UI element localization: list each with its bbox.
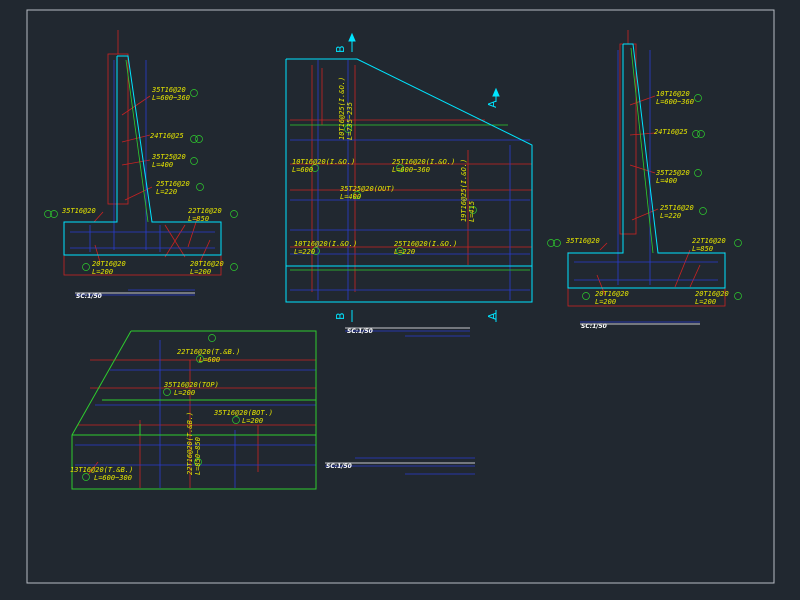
elevation-drawing: [285, 32, 533, 337]
rebar-label: 35T16@20 L=600~360: [152, 86, 190, 102]
rebar-label: 35T16@20: [62, 207, 96, 215]
rebar-label: 35T25@20(OUT) L=400: [340, 185, 395, 201]
rebar-label: 20T16@20 L=200: [595, 290, 629, 306]
rebar-label: 20T16@20 L=200: [695, 290, 729, 306]
rebar-label: 25T16@20(I.&O.) L=220: [394, 240, 458, 256]
rebar-label: 35T16@20(BOT.) L=200: [214, 409, 274, 425]
rebar-label: 20T16@20 L=200: [92, 260, 126, 276]
rebar-label: 10T16@20(I.&O.) L=600: [292, 158, 356, 174]
scale-label: SC:1/50: [326, 463, 352, 470]
scale-label: SC:1/50: [581, 323, 607, 330]
rebar-label: 24T16@25: [150, 132, 184, 140]
section-left-drawing: [44, 30, 238, 296]
section-marker-a-bottom: A: [486, 312, 499, 320]
rebar-label: 35T16@20(TOP) L=200: [164, 381, 219, 397]
rebar-label: 20T16@20 L=200: [190, 260, 224, 276]
rebar-label: 35T25@20 L=400: [152, 153, 186, 169]
section-right-drawing: [547, 30, 742, 325]
section-marker-b-bottom: B: [334, 312, 347, 320]
rebar-label: 25T16@20 L=220: [660, 204, 694, 220]
rebar-label: 10T16@20 L=600~360: [656, 90, 694, 106]
section-marker-b-top: B: [334, 45, 347, 53]
rebar-label: 22T16@20 L=850: [692, 237, 726, 253]
rebar-label: 25T16@20 L=220: [156, 180, 190, 196]
rebar-label: 35T16@20: [566, 237, 600, 245]
section-marker-a-top: A: [486, 100, 499, 108]
scale-label: SC:1/50: [76, 293, 102, 300]
rebar-label: 24T16@25: [654, 128, 688, 136]
rebar-label: 22T16@20(T.&B.) L=600: [177, 348, 241, 364]
scale-label: SC:1/50: [347, 328, 373, 335]
rebar-label-vertical: 19T16@25(I.&O.) L=415: [460, 158, 476, 222]
rebar-label: 10T16@20(I.&O.) L=220: [294, 240, 358, 256]
rebar-label: 35T25@20 L=400: [656, 169, 690, 185]
rebar-label-vertical: 22T16@20(T.&B.) L=850~850: [186, 411, 202, 475]
rebar-label: 22T16@20 L=850: [188, 207, 222, 223]
rebar-label: 13T16@20(T.&B.) L=600~300: [70, 466, 134, 482]
rebar-label: 25T16@20(I.&O.) L=600~360: [392, 158, 456, 174]
rebar-label-vertical: 10T16@25(I.&O.) L=735~235: [338, 76, 354, 140]
